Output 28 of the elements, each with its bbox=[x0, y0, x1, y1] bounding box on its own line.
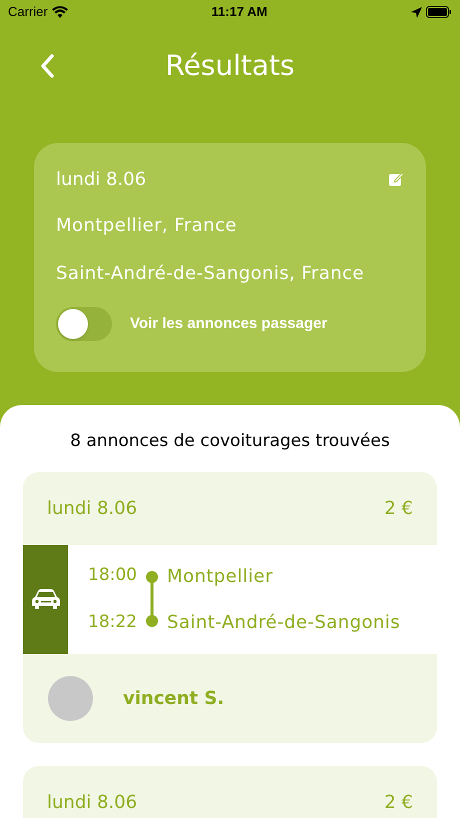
edit-icon[interactable] bbox=[388, 171, 404, 187]
results-count: 8 annonces de covoiturages trouvées bbox=[69, 430, 391, 453]
page-title: Résultats bbox=[165, 48, 295, 84]
carrier-label: Carrier bbox=[8, 3, 48, 22]
location-arrow-icon bbox=[411, 6, 422, 18]
route-line-icon bbox=[145, 570, 159, 628]
wifi-icon bbox=[52, 6, 68, 18]
ride-card[interactable]: lundi 8.06 2 € bbox=[23, 766, 437, 818]
departure-time: 18:00 bbox=[88, 564, 137, 586]
departure-city: Montpellier bbox=[167, 564, 274, 588]
destination-city: Saint-André-de-Sangonis, France bbox=[56, 262, 366, 286]
search-date: lundi 8.06 bbox=[56, 168, 146, 192]
driver-name: vincent S. bbox=[123, 686, 224, 710]
origin-city: Montpellier, France bbox=[56, 214, 238, 238]
ride-date: lundi 8.06 bbox=[47, 496, 138, 520]
ride-card[interactable]: lundi 8.06 2 € 18:00 18:22 Montpellier Saint-André-de-Sangonis vincent S. bbox=[23, 472, 437, 742]
ride-price: 2 € bbox=[384, 790, 413, 814]
clock: 11:17 AM bbox=[211, 3, 268, 22]
ride-price: 2 € bbox=[384, 496, 413, 520]
toggle-label: Voir les annonces passager bbox=[130, 314, 328, 334]
chevron-left-icon bbox=[40, 54, 54, 78]
car-icon bbox=[30, 588, 60, 610]
arrival-city: Saint-André-de-Sangonis bbox=[167, 610, 400, 634]
arrival-time: 18:22 bbox=[88, 611, 137, 634]
passenger-toggle[interactable] bbox=[56, 307, 112, 341]
avatar bbox=[48, 676, 93, 720]
ride-date: lundi 8.06 bbox=[47, 790, 138, 814]
battery-icon bbox=[426, 6, 452, 18]
